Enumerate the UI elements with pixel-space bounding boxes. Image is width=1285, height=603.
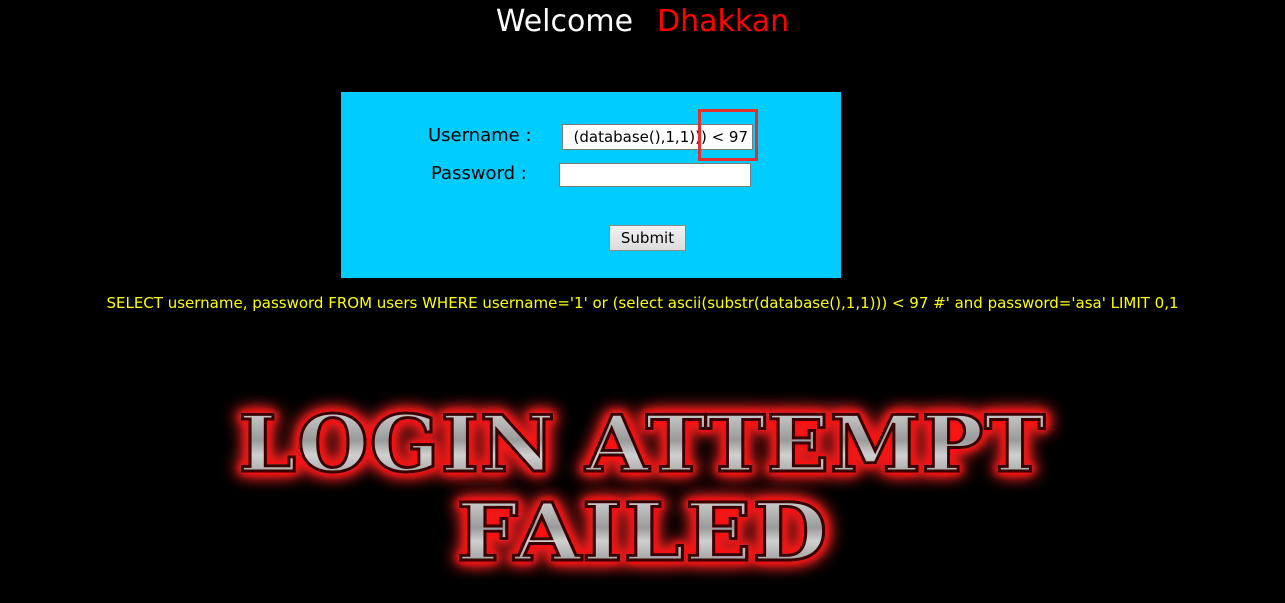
submit-button[interactable]: Submit <box>609 225 686 251</box>
login-failed-line2: FAILED <box>0 486 1285 579</box>
password-label: Password : <box>431 163 527 184</box>
page: Welcome Dhakkan Username : (database(),1,… <box>0 0 1285 603</box>
welcome-user-name: Dhakkan <box>657 4 790 39</box>
welcome-label: Welcome <box>495 4 634 39</box>
username-input[interactable]: (database(),1,1))) < 97 <box>562 124 753 150</box>
login-failed-line1: LOGIN ATTEMPT <box>0 395 1285 495</box>
login-form: Username : (database(),1,1))) < 97 Passw… <box>341 92 841 278</box>
sql-query-text: SELECT username, password FROM users WHE… <box>106 294 1179 312</box>
password-input[interactable] <box>559 163 751 187</box>
welcome-header: Welcome Dhakkan <box>0 4 1285 39</box>
username-label: Username : <box>428 125 532 146</box>
login-failed-banner: LOGIN ATTEMPT FAILED <box>0 395 1285 579</box>
